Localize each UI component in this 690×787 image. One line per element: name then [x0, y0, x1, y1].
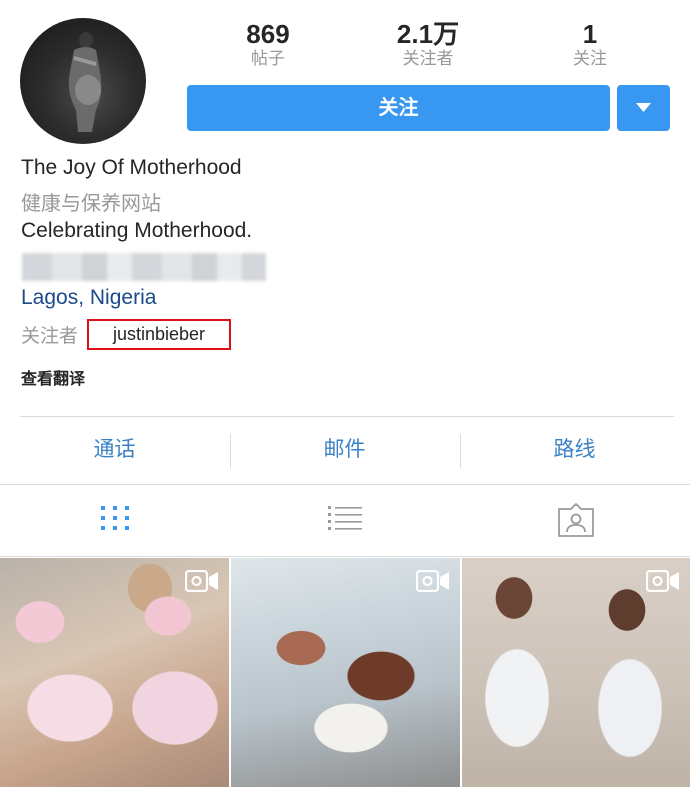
tab-grid[interactable]: [100, 503, 130, 538]
directions-button[interactable]: 路线: [460, 434, 689, 466]
followers-count-label: 关注者: [402, 49, 454, 68]
followed-by-user-link[interactable]: justinbieber: [87, 319, 231, 350]
divider: [0, 556, 690, 557]
call-button[interactable]: 通话: [0, 434, 229, 466]
email-button[interactable]: 邮件: [230, 434, 459, 466]
blurred-website-link[interactable]: [22, 253, 266, 281]
posts-count[interactable]: 869 帖子: [208, 20, 328, 70]
followed-by-label: 关注者: [21, 326, 79, 347]
profile-category: 健康与保养网站: [21, 193, 161, 215]
post-thumbnail[interactable]: [231, 558, 460, 787]
post-thumbnail[interactable]: [462, 558, 690, 787]
divider: [20, 416, 674, 417]
suggestions-dropdown-button[interactable]: [617, 85, 670, 131]
post-thumbnail[interactable]: [0, 558, 229, 787]
video-icon: [416, 570, 449, 592]
video-icon: [646, 570, 679, 592]
following-count[interactable]: 1 关注: [530, 20, 650, 70]
see-translation-link[interactable]: 查看翻译: [21, 365, 85, 389]
profile-location-link[interactable]: Lagos, Nigeria: [21, 286, 156, 310]
followers-count[interactable]: 2.1万 关注者: [368, 20, 488, 70]
tab-list[interactable]: [328, 503, 362, 538]
triangle-down-icon: [636, 103, 651, 112]
follow-button[interactable]: 关注: [187, 85, 610, 131]
tab-tagged[interactable]: [557, 503, 595, 542]
avatar-figure: [68, 32, 102, 132]
following-count-value: 1: [582, 19, 598, 49]
grid-icon: [101, 506, 129, 530]
avatar[interactable]: [20, 18, 146, 144]
video-icon: [185, 570, 218, 592]
followers-count-value: 2.1万: [396, 19, 460, 49]
posts-count-value: 869: [246, 19, 290, 49]
list-icon: [328, 506, 362, 530]
posts-count-label: 帖子: [251, 49, 285, 68]
profile-name: The Joy Of Motherhood: [21, 156, 242, 179]
profile-bio: Celebrating Motherhood.: [21, 219, 253, 242]
following-count-label: 关注: [573, 49, 607, 68]
divider: [0, 484, 690, 485]
tagged-icon: [558, 503, 594, 537]
